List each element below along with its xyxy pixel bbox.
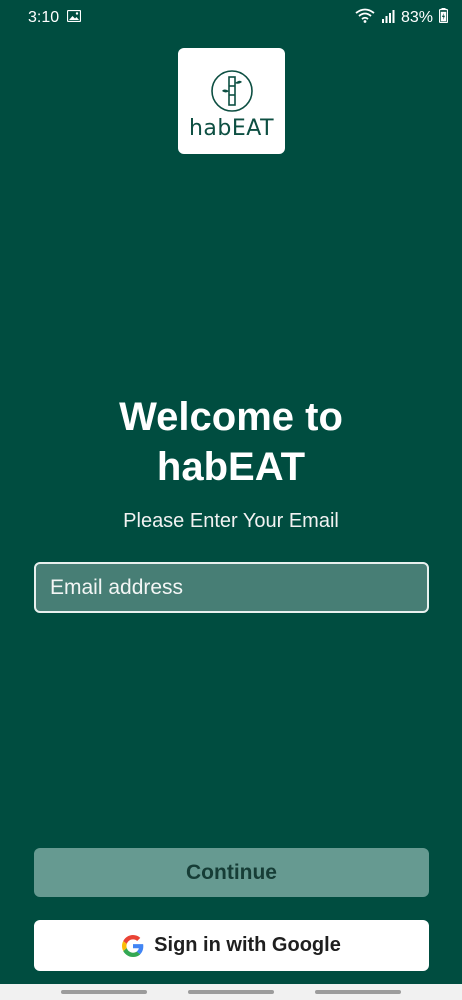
nav-home-handle[interactable] — [187, 990, 274, 994]
system-nav-bar — [0, 984, 462, 1000]
image-icon — [67, 9, 82, 27]
wifi-icon — [355, 8, 375, 28]
welcome-title-line1: Welcome to — [119, 395, 343, 439]
email-input[interactable] — [34, 562, 429, 613]
status-left: 3:10 — [28, 9, 82, 27]
welcome-title-line2: habEAT — [156, 445, 306, 489]
nav-recents-handle[interactable] — [60, 990, 147, 994]
welcome-subtitle: Please Enter Your Email — [123, 510, 339, 532]
status-time: 3:10 — [28, 9, 60, 26]
welcome-title: Welcome to habEAT — [0, 392, 462, 492]
battery-percent: 83% — [400, 9, 433, 26]
battery-icon — [438, 8, 449, 28]
status-bar: 3:10 83% — [0, 0, 462, 36]
bamboo-icon — [210, 70, 253, 112]
google-icon — [122, 934, 144, 957]
nav-back-handle[interactable] — [315, 990, 402, 994]
logo-text: habEAT — [188, 116, 275, 141]
google-sign-in-button[interactable]: Sign in with Google — [34, 920, 429, 971]
app-logo: habEAT — [178, 48, 285, 154]
continue-button[interactable]: Continue — [34, 848, 429, 897]
signal-icon — [381, 9, 395, 28]
google-button-label: Sign in with Google — [154, 934, 341, 956]
status-right: 83% — [355, 8, 449, 28]
